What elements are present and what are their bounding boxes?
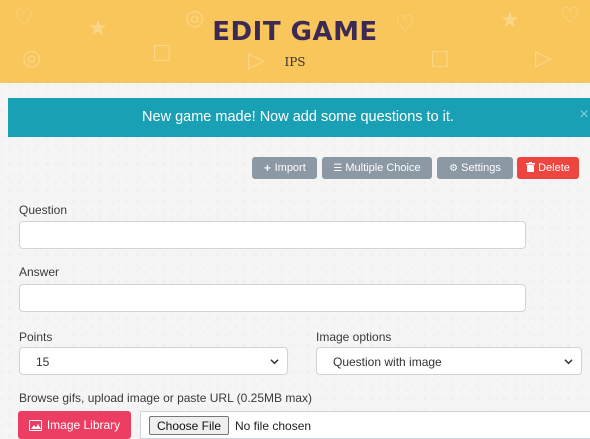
answer-label: Answer — [19, 265, 60, 279]
image-icon — [28, 419, 42, 431]
image-library-button[interactable]: Image Library — [18, 411, 131, 439]
trash-icon — [526, 161, 536, 175]
chevron-down-icon — [270, 359, 279, 365]
file-status: No file chosen — [235, 419, 312, 433]
page-title: EDIT GAME — [212, 17, 378, 47]
question-input[interactable] — [19, 221, 526, 249]
game-name: IPS — [284, 55, 306, 69]
close-icon[interactable]: × — [576, 106, 590, 126]
edit-game-page: ♡ ★ ◎ ☐ ◎ ▷ ♡ ☐ ★ ▷ ♡ EDIT GAME IPS New … — [0, 0, 590, 439]
import-label: Import — [274, 162, 306, 174]
chevron-down-icon — [564, 359, 573, 365]
points-label: Points — [19, 330, 53, 344]
image-library-label: Image Library — [46, 418, 121, 432]
choose-file-button[interactable]: Choose File — [149, 416, 229, 435]
points-select[interactable]: 15 — [19, 347, 288, 375]
import-button[interactable]: + Import — [252, 157, 317, 179]
multiple-choice-label: Multiple Choice — [345, 162, 421, 174]
question-label: Question — [19, 203, 68, 217]
delete-button[interactable]: Delete — [517, 157, 579, 179]
success-alert: New game made! Now add some questions to… — [8, 98, 590, 137]
settings-button[interactable]: ⚙ Settings — [437, 157, 513, 179]
alert-message: New game made! Now add some questions to… — [142, 109, 454, 125]
points-value: 15 — [36, 355, 50, 369]
image-options-value: Question with image — [333, 355, 442, 369]
page-header: ♡ ★ ◎ ☐ ◎ ▷ ♡ ☐ ★ ▷ ♡ EDIT GAME IPS — [0, 0, 590, 83]
list-icon: ☰ — [333, 162, 343, 174]
answer-input[interactable] — [19, 284, 526, 312]
image-options-select[interactable]: Question with image — [316, 347, 582, 375]
browse-label: Browse gifs, upload image or paste URL (… — [19, 391, 313, 405]
multiple-choice-button[interactable]: ☰ Multiple Choice — [322, 157, 432, 179]
settings-label: Settings — [461, 162, 501, 174]
plus-icon: + — [263, 162, 272, 174]
image-options-label: Image options — [316, 330, 392, 344]
file-upload: Choose File No file chosen — [140, 411, 590, 439]
gear-icon: ⚙ — [449, 162, 459, 174]
delete-label: Delete — [538, 162, 570, 174]
